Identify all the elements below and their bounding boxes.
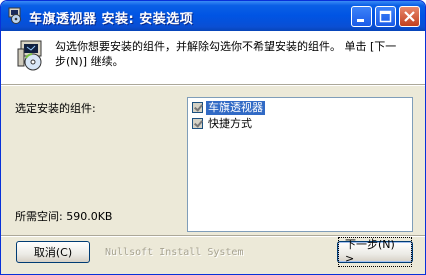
next-button[interactable]: 下一步(N) > bbox=[337, 237, 413, 267]
header-separator bbox=[1, 84, 425, 86]
component-label: 车旗透视器 bbox=[206, 100, 265, 115]
component-list[interactable]: 车旗透视器 快捷方式 bbox=[187, 97, 413, 232]
title-bar[interactable]: 车旗透视器 安装: 安装选项 bbox=[1, 1, 425, 31]
space-required: 所需空间: 590.0KB bbox=[15, 210, 113, 223]
maximize-button[interactable] bbox=[375, 6, 396, 27]
component-label: 快捷方式 bbox=[208, 116, 252, 130]
close-icon bbox=[404, 11, 415, 22]
instruction-text: 勾选你想要安装的组件，并解除勾选你不希望安装的组件。 单击 [下一步(N)] 继… bbox=[55, 40, 397, 68]
component-item-2[interactable]: 快捷方式 bbox=[192, 116, 254, 131]
installer-disk-icon bbox=[17, 40, 42, 71]
maximize-icon bbox=[379, 10, 392, 23]
cancel-button-label: 取消(C) bbox=[33, 246, 73, 259]
components-label: 选定安装的组件: bbox=[15, 102, 96, 115]
minimize-icon bbox=[357, 19, 364, 22]
component-checkbox[interactable] bbox=[192, 102, 203, 113]
component-item-1[interactable]: 车旗透视器 bbox=[192, 100, 265, 115]
cancel-button[interactable]: 取消(C) bbox=[16, 241, 90, 263]
header-panel: 勾选你想要安装的组件，并解除勾选你不希望安装的组件。 单击 [下一步(N)] 继… bbox=[1, 31, 425, 84]
installer-app-icon bbox=[8, 7, 21, 24]
minimize-button[interactable] bbox=[351, 6, 372, 27]
component-checkbox[interactable] bbox=[192, 118, 203, 129]
close-button[interactable] bbox=[399, 6, 420, 27]
window-title: 车旗透视器 安装: 安装选项 bbox=[29, 12, 194, 27]
installer-window: 车旗透视器 安装: 安装选项 勾选你想要安装的组件，并解除勾选你不希望安装的组件… bbox=[0, 0, 426, 275]
next-button-label: 下一步(N) > bbox=[338, 237, 412, 267]
nsis-branding: Nullsoft Install System bbox=[105, 247, 244, 258]
